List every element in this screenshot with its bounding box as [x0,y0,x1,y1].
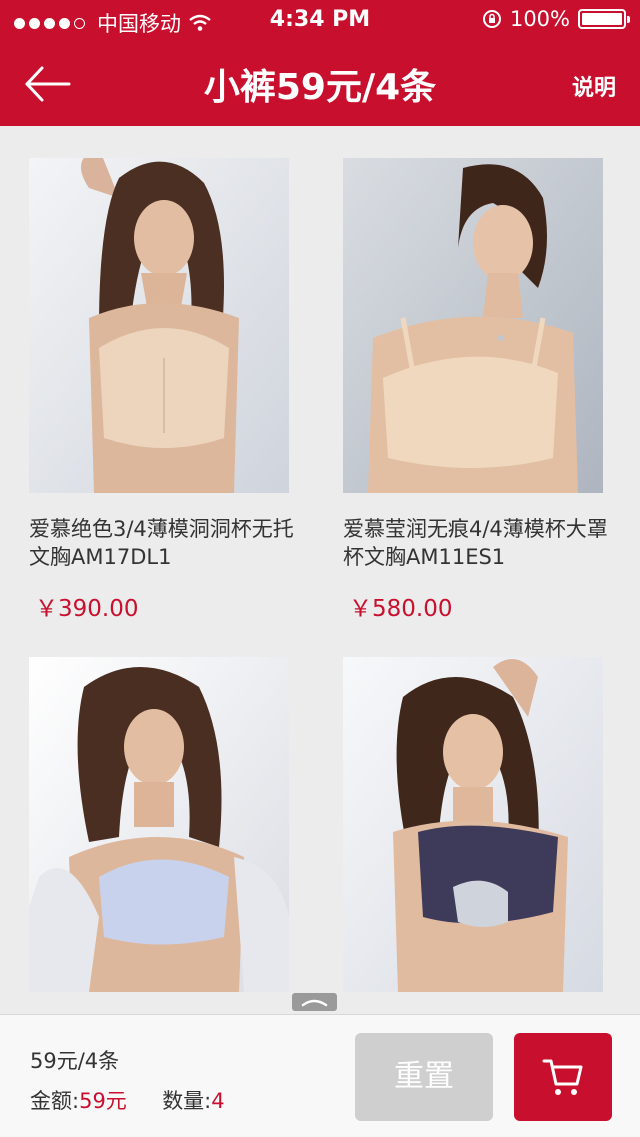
product-card[interactable]: 爱慕绝色3/4薄模洞洞杯无托文胸AM17DL1 ￥390.00 [29,158,294,623]
bottom-bar: 59元/4条 金额:59元 数量:4 重置 [0,1014,640,1137]
rotation-lock-icon [482,10,501,28]
cart-button[interactable] [514,1033,612,1121]
product-price: ￥580.00 [349,596,453,622]
product-card[interactable] [343,657,603,1014]
product-card[interactable]: 爱慕莹润无痕4/4薄模杯大罩杯文胸AM11ES1 ￥580.00 [343,158,608,623]
quantity-value: 4 [211,1089,225,1113]
product-image[interactable] [29,657,289,992]
product-name[interactable]: 爱慕莹润无痕4/4薄模杯大罩杯文胸AM11ES1 [343,515,613,571]
battery-icon [578,9,630,29]
product-image[interactable] [343,158,603,493]
cart-icon [542,1059,583,1095]
page-title: 小裤59元/4条 [203,67,437,108]
product-card[interactable] [29,657,289,1014]
status-right: 100% [482,7,630,31]
totals-line: 金额:59元 数量:4 [30,1085,225,1115]
product-image[interactable] [29,158,289,493]
help-button[interactable]: 说明 [572,70,616,102]
product-name[interactable]: 爱慕绝色3/4薄模洞洞杯无托文胸AM17DL1 [29,515,299,571]
status-bar: 中国移动 4:34 PM 100% [0,0,640,40]
package-summary: 59元/4条 [30,1049,120,1073]
nav-bar: 小裤59元/4条 说明 [0,40,640,126]
battery-percent: 100% [509,7,570,31]
reset-button[interactable]: 重置 [355,1033,493,1121]
top-bar: 中国移动 4:34 PM 100% 小裤59元/4条 说明 [0,0,640,126]
product-price: ￥390.00 [35,596,139,622]
expand-handle[interactable] [292,993,337,1011]
amount-label: 金额: [30,1089,80,1113]
quantity-label: 数量: [162,1089,212,1113]
product-image[interactable] [343,657,603,992]
amount-value: 59元 [79,1089,127,1113]
chevron-up-icon [301,999,328,1007]
